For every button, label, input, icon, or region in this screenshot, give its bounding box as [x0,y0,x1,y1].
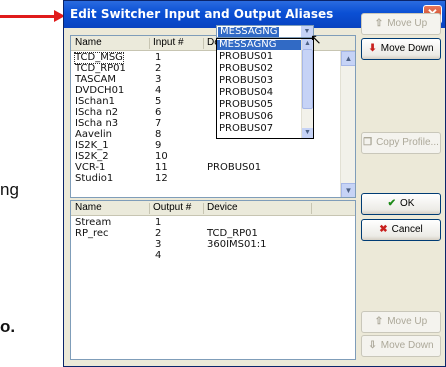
device-combo-value: MESSAGNG [218,26,280,37]
cell-number: 2 [155,63,162,74]
dropdown-option[interactable]: PROBUS03 [217,76,303,86]
x-icon: ✖ [379,224,388,235]
table-row[interactable]: VCR-1 11 PROBUS01 [71,163,355,173]
cell-name: ISchan1 [75,96,115,107]
cell-name: IScha n3 [75,118,119,129]
scroll-thumb[interactable] [302,49,313,109]
dropdown-scrollbar[interactable]: ▲ ▼ [301,39,313,138]
table-row[interactable]: IS2K_1 9 [71,141,355,151]
dropdown-option[interactable]: PROBUS02 [217,64,303,74]
cell-name: TCD_MSG [74,52,124,64]
screenshot-stage: ng o. Edit Switcher Input and Output Ali… [0,0,446,367]
annotation-arrow-line [0,15,56,18]
cell-number: 8 [155,129,162,140]
dropdown-option[interactable]: PROBUS01 [217,52,303,62]
column-header-output-number[interactable]: Output # [153,202,191,213]
table-row[interactable]: IS2K_2 10 [71,152,355,162]
cell-name: RP_rec [75,228,109,239]
checkmark-icon: ✔ [387,198,396,209]
cell-name: IScha n2 [75,107,119,118]
up-arrow-icon: ⇧ [374,18,384,29]
cancel-button[interactable]: ✖ Cancel [361,219,441,241]
cell-device: TCD_RP01 [207,228,258,239]
cell-number: 3 [155,239,162,250]
cell-device: PROBUS01 [207,162,262,173]
device-combo[interactable]: MESSAGNG ▼ [216,25,314,38]
cell-number: 4 [155,250,162,261]
table-row[interactable]: 4 [71,251,355,261]
cell-name: TASCAM [75,74,116,85]
cell-number: 6 [155,107,162,118]
move-down-button[interactable]: ⇩ Move Down [361,335,441,357]
cell-number: 1 [155,217,162,228]
scroll-down-icon[interactable]: ▼ [302,128,313,138]
cell-number: 9 [155,140,162,151]
cell-device: 360IMS01:1 [207,239,267,250]
copy-icon: ❐ [363,137,373,148]
dropdown-option[interactable]: PROBUS05 [217,100,303,110]
device-dropdown-list[interactable]: MESSAGNG PROBUS01 PROBUS02 PROBUS03 PROBUS04… [216,38,314,139]
cell-number: 7 [155,118,162,129]
cell-name: TCD_RP01 [75,63,126,74]
output-aliases-list[interactable]: Name Output # Device Stream 1 RP_rec 2 TCD_R… [70,200,356,360]
mouse-cursor-icon: ↖ [310,31,322,47]
table-row[interactable]: RP_rec 2 TCD_RP01 [71,229,355,239]
move-up-button[interactable]: ⇧ Move Up [361,13,441,35]
cell-number: 2 [155,228,162,239]
move-down-button[interactable]: ⬇ Move Down [361,38,441,60]
cell-number: 3 [155,74,162,85]
cell-name: Aavelin [75,129,112,140]
window-title: Edit Switcher Input and Output Aliases [70,7,334,21]
dropdown-option[interactable]: PROBUS04 [217,88,303,98]
cell-name: IS2K_1 [75,140,109,151]
cell-name: Stream [75,217,112,228]
move-up-button[interactable]: ⇧ Move Up [361,311,441,333]
table-row[interactable]: 3 360IMS01:1 [71,240,355,250]
ok-button[interactable]: ✔ OK [361,193,441,215]
output-list-header: Name Output # Device [71,201,355,216]
cell-name: Studio1 [75,173,114,184]
column-header-device[interactable]: Device [207,202,238,213]
table-row[interactable]: Stream 1 [71,218,355,228]
column-header-input-number[interactable]: Input # [153,37,184,48]
down-arrow-icon: ⇩ [368,340,377,351]
scroll-up-icon[interactable]: ▲ [341,51,355,66]
cell-number: 12 [155,173,168,184]
column-header-name[interactable]: Name [75,37,102,48]
copy-profile-button[interactable]: ❐ Copy Profile... [361,132,441,154]
background-text-fragment: o. [0,317,16,336]
aliases-dialog: Edit Switcher Input and Output Aliases ✕… [63,0,446,367]
scroll-down-icon[interactable]: ▼ [341,183,355,197]
table-row[interactable]: Studio1 12 [71,174,355,184]
dropdown-option[interactable]: PROBUS07 [217,124,303,134]
cell-number: 5 [155,96,162,107]
cell-name: DVDCH01 [75,85,125,96]
cell-number: 11 [155,162,168,173]
column-header-name[interactable]: Name [75,202,102,213]
dropdown-option[interactable]: PROBUS06 [217,112,303,122]
input-list-scrollbar[interactable]: ▲ ▼ [340,51,355,197]
cell-number: 1 [155,52,162,63]
down-arrow-icon: ⬇ [368,43,377,54]
cell-number: 4 [155,85,162,96]
cell-name: VCR-1 [75,162,106,173]
dropdown-option[interactable]: MESSAGNG [217,40,303,50]
cell-name: IS2K_2 [75,151,109,162]
cell-number: 10 [155,151,168,162]
up-arrow-icon: ⇧ [374,316,384,327]
background-text-fragment: ng [0,180,19,199]
